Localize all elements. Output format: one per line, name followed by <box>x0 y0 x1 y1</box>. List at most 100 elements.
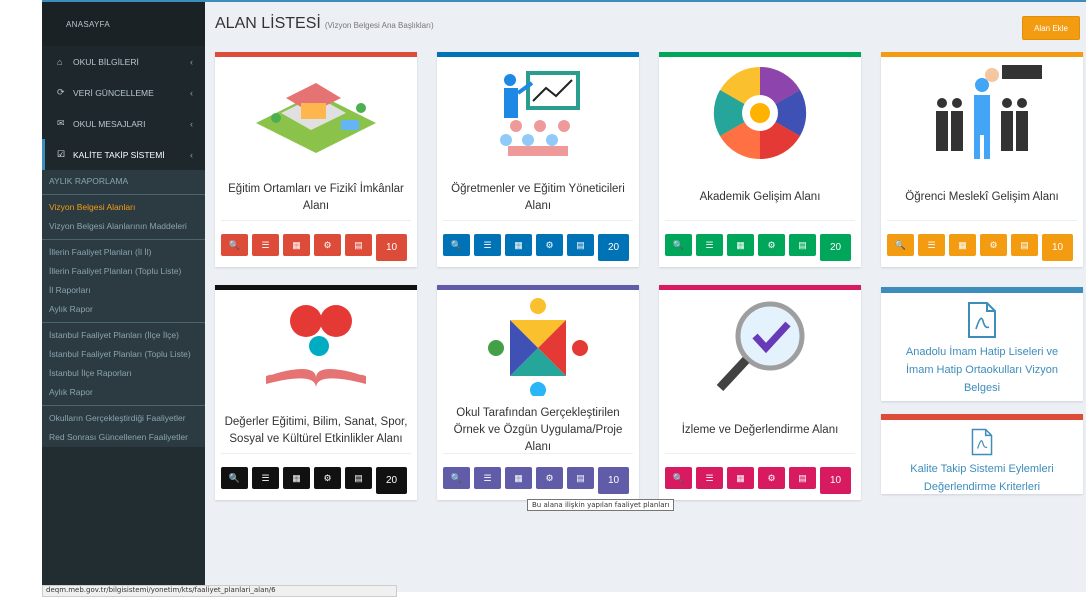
calendar-button[interactable]: ▦ <box>505 467 532 489</box>
calendar-button[interactable]: ▦ <box>949 234 976 256</box>
area-card: Okul Tarafından Gerçekleştirilen Örnek v… <box>437 285 639 500</box>
sidebar-menu-item[interactable]: ✉ OKUL MESAJLARI ‹ <box>42 108 205 139</box>
sidebar-menu-item[interactable]: ⌂ OKUL BİLGİLERİ ‹ <box>42 46 205 77</box>
envelope-icon: ✉ <box>57 118 65 128</box>
document-title[interactable]: Kalite Takip Sistemi Eylemleri Değerlend… <box>881 460 1083 496</box>
sidebar-item[interactable]: Okulların Gerçekleştirdiği Faaliyetler <box>42 409 205 428</box>
refresh-icon: ⟳ <box>57 87 65 97</box>
report-button[interactable]: ▤ <box>345 234 372 256</box>
settings-button[interactable]: ⚙ <box>980 234 1007 256</box>
sidebar-menu: ⌂ OKUL BİLGİLERİ ‹ ⟳ VERİ GÜNCELLEME ‹ ✉ OKUL M… <box>42 46 205 170</box>
chevron-left-icon: ‹ <box>190 149 193 160</box>
area-title: İzleme ve Değerlendirme Alanı <box>665 408 855 454</box>
list-button[interactable]: ☰ <box>918 234 945 256</box>
report-button[interactable]: ▤ <box>567 234 594 256</box>
settings-button[interactable]: ⚙ <box>536 467 563 489</box>
sidebar-item[interactable]: İllerin Faaliyet Planları (Toplu Liste) <box>42 262 205 281</box>
report-button[interactable]: ▤ <box>789 467 816 489</box>
area-title: Okul Tarafından Gerçekleştirilen Örnek v… <box>443 407 633 454</box>
chevron-left-icon: ‹ <box>190 118 193 129</box>
list-button[interactable]: ☰ <box>474 234 501 256</box>
area-card: Öğrenci Meslekî Gelişim Alanı 🔍 ☰ ▦ ⚙ ▤ 10 <box>881 52 1083 267</box>
sidebar-item[interactable]: İllerin Faaliyet Planları (İl İl) <box>42 243 205 262</box>
report-button[interactable]: ▤ <box>345 467 372 489</box>
magnifier-check-illustration <box>659 290 861 402</box>
sidebar-item[interactable]: İstanbul Faaliyet Planları (İlçe İlçe) <box>42 326 205 345</box>
add-area-button[interactable]: Alan Ekle <box>1022 16 1080 40</box>
pdf-icon <box>971 428 993 456</box>
cogs-icon: ⚙ <box>323 472 332 483</box>
search-button[interactable]: 🔍 <box>221 234 248 256</box>
calendar-icon: ▦ <box>514 239 523 250</box>
plan-count-badge[interactable]: 20 <box>820 234 851 261</box>
plan-count-badge[interactable]: 20 <box>376 467 407 494</box>
calendar-button[interactable]: ▦ <box>727 234 754 256</box>
calendar-button[interactable]: ▦ <box>283 234 310 256</box>
list-button[interactable]: ☰ <box>696 234 723 256</box>
search-button[interactable]: 🔍 <box>443 467 470 489</box>
cogs-icon: ⚙ <box>545 472 554 483</box>
area-card: İzleme ve Değerlendirme Alanı 🔍 ☰ ▦ ⚙ ▤ 10 <box>659 285 861 500</box>
sidebar-divider <box>42 194 205 195</box>
search-button[interactable]: 🔍 <box>665 234 692 256</box>
document-card[interactable]: Kalite Takip Sistemi Eylemleri Değerlend… <box>881 414 1083 494</box>
sidebar-menu-label: VERİ GÜNCELLEME <box>73 87 154 98</box>
search-button[interactable]: 🔍 <box>221 467 248 489</box>
plan-count-badge[interactable]: 10 <box>1042 234 1073 261</box>
calendar-icon: ▦ <box>736 239 745 250</box>
area-card: Değerler Eğitimi, Bilim, Sanat, Spor, So… <box>215 285 417 500</box>
sidebar-menu-label: OKUL MESAJLARI <box>73 118 146 129</box>
table-icon: ▤ <box>1020 239 1029 250</box>
sidebar-item[interactable]: Vizyon Belgesi Alanları <box>42 198 205 217</box>
sidebar-divider <box>42 239 205 240</box>
search-button[interactable]: 🔍 <box>887 234 914 256</box>
sidebar-item[interactable]: Red Sonrası Güncellenen Faaliyetler <box>42 428 205 447</box>
sidebar-brand[interactable]: ANASAYFA <box>42 2 205 46</box>
list-button[interactable]: ☰ <box>252 467 279 489</box>
area-card: Eğitim Ortamları ve Fizikî İmkânlar Alan… <box>215 52 417 267</box>
sidebar-item[interactable]: Vizyon Belgesi Alanlarının Maddeleri <box>42 217 205 236</box>
plan-count-badge[interactable]: 20 <box>598 234 629 261</box>
settings-button[interactable]: ⚙ <box>314 234 341 256</box>
sidebar-item[interactable]: İstanbul İlçe Raporları <box>42 364 205 383</box>
document-card[interactable]: Anadolu İmam Hatip Liseleri ve İmam Hati… <box>881 287 1083 401</box>
list-button[interactable]: ☰ <box>696 467 723 489</box>
search-icon: 🔍 <box>450 239 463 250</box>
settings-button[interactable]: ⚙ <box>758 467 785 489</box>
search-button[interactable]: 🔍 <box>443 234 470 256</box>
calendar-button[interactable]: ▦ <box>727 467 754 489</box>
plan-count-badge[interactable]: 10 <box>820 467 851 494</box>
tooltip: Bu alana ilişkin yapılan faaliyet planla… <box>527 499 675 511</box>
sidebar-menu-item[interactable]: ⟳ VERİ GÜNCELLEME ‹ <box>42 77 205 108</box>
report-button[interactable]: ▤ <box>1011 234 1038 256</box>
sidebar-item[interactable]: Aylık Rapor <box>42 300 205 319</box>
sidebar-item[interactable]: İl Raporları <box>42 281 205 300</box>
cogs-icon: ⚙ <box>989 239 998 250</box>
search-icon: 🔍 <box>672 239 685 250</box>
cogs-icon: ⚙ <box>323 239 332 250</box>
settings-button[interactable]: ⚙ <box>536 234 563 256</box>
sidebar-item[interactable]: İstanbul Faaliyet Planları (Toplu Liste) <box>42 345 205 364</box>
area-title: Öğretmenler ve Eğitim Yöneticileri Alanı <box>443 175 633 221</box>
table-icon: ▤ <box>798 239 807 250</box>
table-icon: ▤ <box>354 472 363 483</box>
sidebar-divider <box>42 405 205 406</box>
settings-button[interactable]: ⚙ <box>758 234 785 256</box>
report-button[interactable]: ▤ <box>789 234 816 256</box>
document-title[interactable]: Anadolu İmam Hatip Liseleri ve İmam Hati… <box>881 343 1083 397</box>
career-people-illustration <box>881 57 1083 169</box>
sidebar-submenu: AYLIK RAPORLAMA Vizyon Belgesi Alanları Vi… <box>42 170 205 447</box>
list-button[interactable]: ☰ <box>474 467 501 489</box>
plan-count-badge[interactable]: 10 <box>376 234 407 261</box>
sidebar-item[interactable]: AYLIK RAPORLAMA <box>42 172 205 191</box>
list-button[interactable]: ☰ <box>252 234 279 256</box>
sidebar-menu-item[interactable]: ☑ KALİTE TAKİP SİSTEMİ ‹ <box>42 139 205 170</box>
sidebar-item[interactable]: Aylık Rapor <box>42 383 205 402</box>
plan-count-badge[interactable]: 10 <box>598 467 629 494</box>
search-button[interactable]: 🔍 <box>665 467 692 489</box>
settings-button[interactable]: ⚙ <box>314 467 341 489</box>
report-button[interactable]: ▤ <box>567 467 594 489</box>
search-icon: 🔍 <box>228 239 241 250</box>
calendar-button[interactable]: ▦ <box>283 467 310 489</box>
calendar-button[interactable]: ▦ <box>505 234 532 256</box>
